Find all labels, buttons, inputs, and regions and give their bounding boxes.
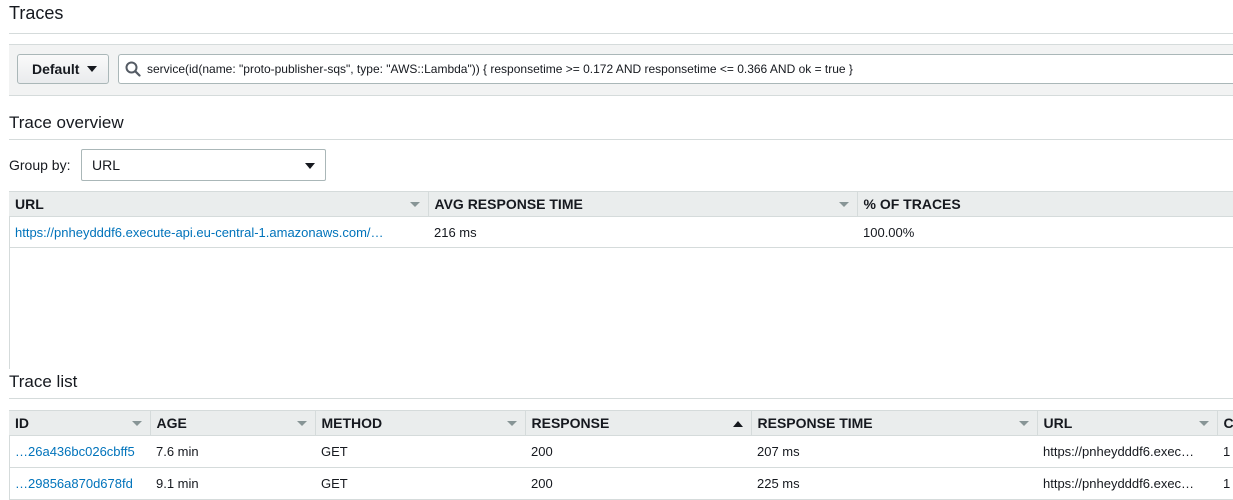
trace-list-title: Trace list xyxy=(9,372,78,391)
url-link[interactable]: https://pnheydddf6.execute-api.eu-centra… xyxy=(9,216,428,248)
trace-list-table: ID AGE METHOD RESPONSE RESPONSE TIME URL… xyxy=(9,410,1233,500)
trace-response: 200 xyxy=(525,467,751,500)
trace-overview-table: URL AVG RESPONSE TIME % OF TRACES https:… xyxy=(9,191,1233,248)
column-header-extra[interactable]: C xyxy=(1217,410,1233,436)
column-header-id[interactable]: ID xyxy=(9,410,151,436)
column-header-response-time[interactable]: RESPONSE TIME xyxy=(751,410,1038,436)
sort-icon xyxy=(506,421,517,426)
sort-icon xyxy=(838,202,849,207)
column-header-age[interactable]: AGE xyxy=(150,410,316,436)
group-by-value: URL xyxy=(92,157,121,173)
trace-url: https://pnheydddf6.exec… xyxy=(1037,467,1217,500)
column-header-url[interactable]: URL xyxy=(1037,410,1218,436)
trace-age: 7.6 min xyxy=(150,435,315,468)
filter-query-input[interactable]: service(id(name: "proto-publisher-sqs", … xyxy=(118,54,1233,84)
column-header-url[interactable]: URL xyxy=(9,191,429,217)
filter-bar: Default service(id(name: "proto-publishe… xyxy=(9,44,1233,96)
filter-group-dropdown[interactable]: Default xyxy=(17,54,109,84)
sort-icon xyxy=(296,421,307,426)
trace-method: GET xyxy=(315,435,525,468)
sort-icon xyxy=(1018,421,1029,426)
sort-ascending-icon xyxy=(732,421,743,427)
column-header-avg-response-time[interactable]: AVG RESPONSE TIME xyxy=(428,191,858,217)
trace-overview-title: Trace overview xyxy=(9,113,124,132)
trace-id-link[interactable]: …29856a870d678fd xyxy=(9,467,150,500)
trace-list-divider xyxy=(9,398,1233,399)
avg-response-time: 216 ms xyxy=(428,216,857,248)
sort-icon xyxy=(131,421,142,426)
search-icon xyxy=(125,61,141,77)
table-row[interactable]: …29856a870d678fd 9.1 min GET 200 225 ms … xyxy=(9,467,1233,500)
trace-extra: 1 xyxy=(1217,467,1233,500)
sort-icon xyxy=(1198,421,1209,426)
trace-response-time: 225 ms xyxy=(751,467,1037,500)
page-title: Traces xyxy=(9,3,64,23)
table-row[interactable]: …26a436bc026cbff5 7.6 min GET 200 207 ms… xyxy=(9,435,1233,468)
group-by-label: Group by: xyxy=(9,157,71,173)
trace-id-link[interactable]: …26a436bc026cbff5 xyxy=(9,435,150,468)
trace-extra: 1 xyxy=(1217,435,1233,468)
trace-method: GET xyxy=(315,467,525,500)
percent-of-traces: 100.00% xyxy=(857,216,1233,248)
trace-url: https://pnheydddf6.exec… xyxy=(1037,435,1217,468)
filter-group-label: Default xyxy=(32,61,80,77)
column-header-percent-of-traces[interactable]: % OF TRACES xyxy=(857,191,1233,217)
column-header-method[interactable]: METHOD xyxy=(315,410,526,436)
sort-icon xyxy=(409,202,420,207)
filter-query-text: service(id(name: "proto-publisher-sqs", … xyxy=(147,62,853,76)
group-by-select[interactable]: URL xyxy=(81,149,326,181)
chevron-down-icon xyxy=(305,163,315,169)
overview-divider xyxy=(9,139,1233,140)
table-row[interactable]: https://pnheydddf6.execute-api.eu-centra… xyxy=(9,216,1233,248)
title-divider xyxy=(9,33,1233,34)
trace-response-time: 207 ms xyxy=(751,435,1037,468)
trace-response: 200 xyxy=(525,435,751,468)
chevron-down-icon xyxy=(87,66,98,72)
column-header-response[interactable]: RESPONSE xyxy=(525,410,752,436)
trace-age: 9.1 min xyxy=(150,467,315,500)
